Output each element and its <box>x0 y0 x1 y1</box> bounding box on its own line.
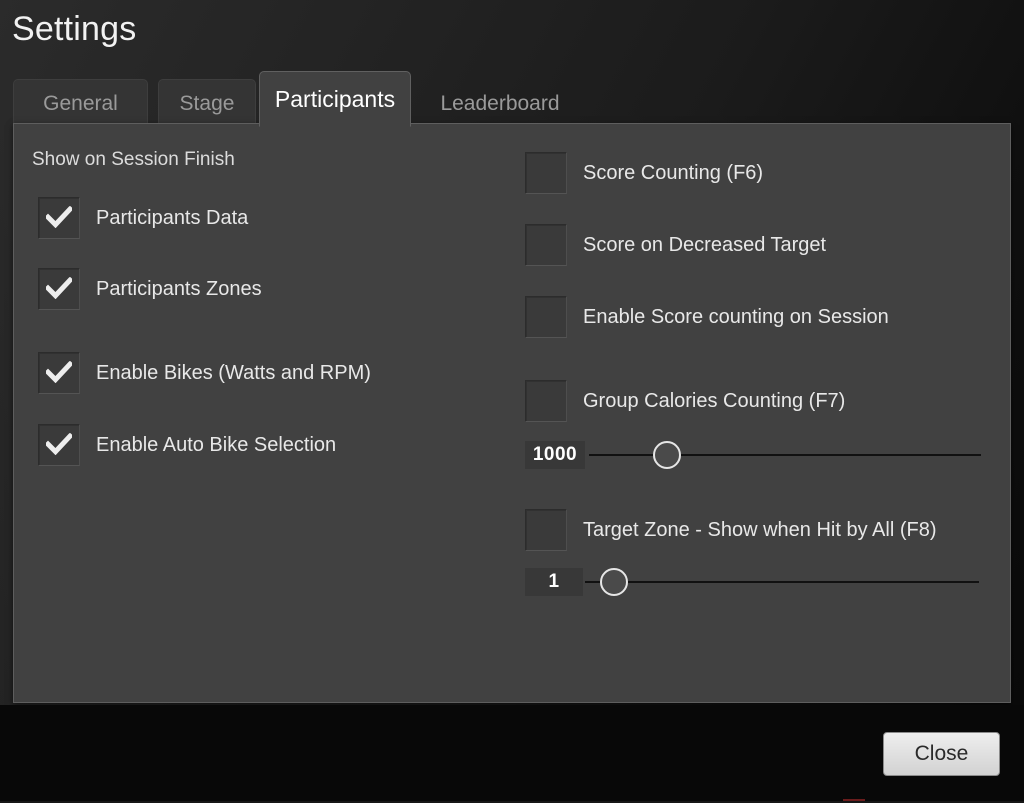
checkbox-target-zone-hit-by-all[interactable] <box>525 509 567 551</box>
checkbox-row-score-counting[interactable]: Score Counting (F6) <box>525 152 763 194</box>
checkbox-enable-score-counting-session[interactable] <box>525 296 567 338</box>
settings-window: Settings General Stage Participants Lead… <box>0 0 1024 803</box>
close-button-label: Close <box>914 742 969 765</box>
tab-participants-label: Participants <box>274 85 396 112</box>
checkbox-enable-auto-bike-selection[interactable] <box>38 424 80 466</box>
dialog-footer: Close <box>0 705 1024 803</box>
checkbox-row-enable-bikes[interactable]: Enable Bikes (Watts and RPM) <box>38 352 371 394</box>
slider-track-group-calories[interactable] <box>589 441 981 469</box>
checkbox-label-participants-data: Participants Data <box>96 206 249 229</box>
slider-row-group-calories[interactable]: 1000 <box>525 441 981 469</box>
slider-thumb-group-calories[interactable] <box>653 441 681 469</box>
checkbox-label-target-zone-hit-by-all: Target Zone - Show when Hit by All (F8) <box>583 518 937 541</box>
checkbox-row-score-on-decreased-target[interactable]: Score on Decreased Target <box>525 224 826 266</box>
close-button[interactable]: Close <box>883 732 1000 776</box>
check-icon <box>46 433 72 456</box>
tab-participants[interactable]: Participants <box>259 71 411 127</box>
checkbox-label-enable-bikes: Enable Bikes (Watts and RPM) <box>96 361 371 384</box>
check-icon <box>46 277 72 300</box>
slider-track-target-zone[interactable] <box>585 568 979 596</box>
tab-bar: General Stage Participants Leaderboard <box>13 71 1013 127</box>
checkbox-label-participants-zones: Participants Zones <box>96 277 262 300</box>
checkbox-enable-bikes[interactable] <box>38 352 80 394</box>
page-title: Settings <box>12 10 137 48</box>
tab-leaderboard[interactable]: Leaderboard <box>417 79 583 127</box>
checkbox-label-enable-score-counting-session: Enable Score counting on Session <box>583 305 889 328</box>
tab-general-label: General <box>43 91 118 115</box>
checkbox-row-participants-zones[interactable]: Participants Zones <box>38 268 262 310</box>
check-icon <box>46 206 72 229</box>
checkbox-label-enable-auto-bike-selection: Enable Auto Bike Selection <box>96 433 337 456</box>
tab-leaderboard-label: Leaderboard <box>440 91 560 115</box>
checkbox-row-group-calories-counting[interactable]: Group Calories Counting (F7) <box>525 380 845 422</box>
checkbox-row-target-zone-hit-by-all[interactable]: Target Zone - Show when Hit by All (F8) <box>525 509 936 551</box>
checkbox-row-participants-data[interactable]: Participants Data <box>38 197 248 239</box>
section-label-show-on-session-finish: Show on Session Finish <box>32 149 235 170</box>
slider-track-line <box>585 581 979 583</box>
checkbox-label-score-counting: Score Counting (F6) <box>583 161 764 184</box>
slider-thumb-target-zone[interactable] <box>600 568 628 596</box>
checkbox-label-group-calories-counting: Group Calories Counting (F7) <box>583 389 846 412</box>
slider-value-group-calories[interactable]: 1000 <box>525 441 585 469</box>
checkbox-label-score-on-decreased-target: Score on Decreased Target <box>583 233 827 256</box>
checkbox-score-counting[interactable] <box>525 152 567 194</box>
checkbox-group-calories-counting[interactable] <box>525 380 567 422</box>
checkbox-row-enable-auto-bike-selection[interactable]: Enable Auto Bike Selection <box>38 424 336 466</box>
slider-track-line <box>589 454 981 456</box>
checkbox-score-on-decreased-target[interactable] <box>525 224 567 266</box>
checkbox-participants-data[interactable] <box>38 197 80 239</box>
checkbox-row-enable-score-counting-session[interactable]: Enable Score counting on Session <box>525 296 889 338</box>
tab-stage[interactable]: Stage <box>158 79 256 127</box>
slider-value-target-zone[interactable]: 1 <box>525 568 583 596</box>
tab-general[interactable]: General <box>13 79 148 127</box>
participants-settings-panel: Show on Session Finish Participants Data… <box>13 123 1011 703</box>
check-icon <box>46 361 72 384</box>
tab-stage-label: Stage <box>179 91 235 115</box>
slider-row-target-zone[interactable]: 1 <box>525 568 981 596</box>
checkbox-participants-zones[interactable] <box>38 268 80 310</box>
